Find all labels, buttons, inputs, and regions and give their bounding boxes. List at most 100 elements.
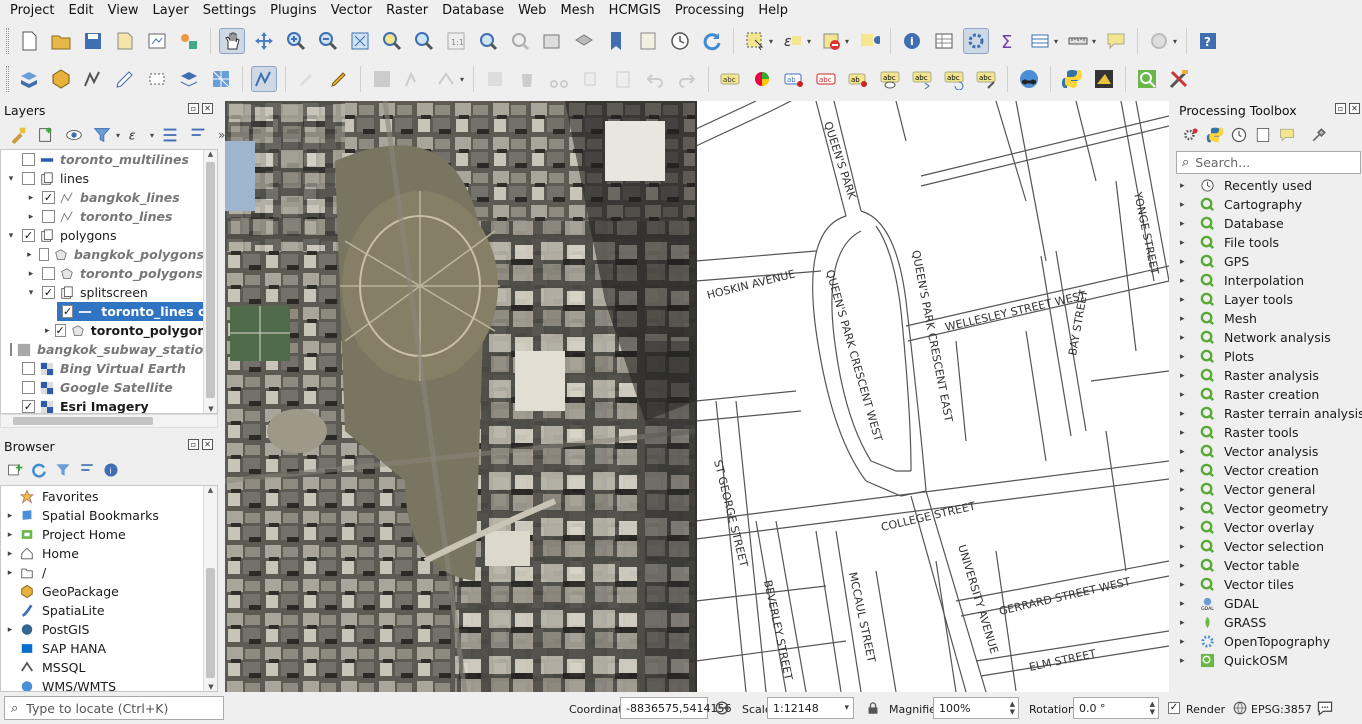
diagram-options-icon[interactable] <box>749 66 775 92</box>
expand-all-icon[interactable] <box>160 125 180 145</box>
toolbox-search-field[interactable]: ⌕ Search... <box>1176 151 1361 174</box>
browser-item[interactable]: MSSQL <box>1 658 85 677</box>
change-label-icon[interactable]: abc <box>973 66 999 92</box>
open-project-icon[interactable] <box>48 28 74 54</box>
geopackage-layer-icon[interactable] <box>48 66 74 92</box>
layer-visibility-checkbox[interactable] <box>10 343 12 356</box>
menu-project[interactable]: Project <box>3 0 61 22</box>
lock-scale-icon[interactable] <box>866 700 880 716</box>
add-feature-icon[interactable] <box>401 66 427 92</box>
expand-toggle-icon[interactable]: ▸ <box>25 250 34 260</box>
layer-row[interactable]: ▸ toronto_polygons <box>1 264 204 283</box>
menu-settings[interactable]: Settings <box>196 0 263 22</box>
expand-toggle-icon[interactable]: ▸ <box>1180 333 1194 343</box>
coordinate-field[interactable]: -8836575,5414156 <box>620 697 731 719</box>
expand-toggle-icon[interactable]: ▸ <box>25 193 37 203</box>
settings-disabled-icon[interactable] <box>1146 28 1172 54</box>
quickosm-icon[interactable] <box>1134 66 1160 92</box>
toggle-display-labels-icon[interactable]: abc <box>813 66 839 92</box>
expand-toggle-icon[interactable]: ▸ <box>1180 371 1194 381</box>
expand-toggle-icon[interactable]: ▸ <box>25 212 37 222</box>
rotate-label-icon[interactable]: abc <box>941 66 967 92</box>
expand-toggle-icon[interactable]: ▸ <box>4 511 16 521</box>
browser-item[interactable]: ▸ Home <box>1 544 79 563</box>
close-panel-icon[interactable]: ✕ <box>202 103 213 114</box>
python-console-icon[interactable] <box>1059 66 1085 92</box>
select-by-expression-icon[interactable]: ε <box>780 28 806 54</box>
render-checkbox[interactable]: ✓ <box>1168 702 1180 714</box>
layer-visibility-checkbox[interactable] <box>22 381 35 394</box>
new-project-icon[interactable] <box>16 28 42 54</box>
expand-toggle-icon[interactable]: ▸ <box>1180 504 1194 514</box>
layer-row[interactable]: bangkok_subway_stations <box>1 340 217 359</box>
attribute-table-menu-icon[interactable] <box>1027 28 1053 54</box>
locator-search-input[interactable]: ⌕ Type to locate (Ctrl+K) <box>4 696 224 720</box>
refresh-icon[interactable] <box>699 28 725 54</box>
map-tips-icon[interactable] <box>1103 28 1129 54</box>
float-panel-icon[interactable]: ▫ <box>188 439 199 450</box>
help-contents-icon[interactable]: ? <box>1195 28 1221 54</box>
layers-scrollbar[interactable]: ▲ ▼ <box>203 150 217 413</box>
layer-styling-icon[interactable] <box>8 125 28 145</box>
qgis-plugin-icon[interactable] <box>1091 66 1117 92</box>
in-place-edit-icon[interactable] <box>1278 126 1296 144</box>
toggle-extents-icon[interactable] <box>714 700 730 716</box>
toolbox-provider-item[interactable]: ▸ Raster terrain analysis <box>1178 404 1362 423</box>
scripts-icon[interactable] <box>1206 126 1224 144</box>
properties-icon[interactable]: i <box>102 461 120 479</box>
toolbox-provider-item[interactable]: ▸ Plots <box>1178 347 1254 366</box>
toolbox-provider-item[interactable]: ▸ GPS <box>1178 252 1249 271</box>
browser-scrollbar[interactable]: ▲ ▼ <box>203 486 217 691</box>
filter-by-expression-icon[interactable]: ε <box>126 125 146 145</box>
toolbar-grip[interactable] <box>6 66 9 92</box>
expand-toggle-icon[interactable]: ▸ <box>4 625 16 635</box>
layer-row[interactable]: ▾ ✓ polygons <box>1 226 204 245</box>
split-divider[interactable] <box>695 101 697 692</box>
toolbox-provider-item[interactable]: ▸ Raster creation <box>1178 385 1319 404</box>
expand-toggle-icon[interactable]: ▸ <box>1180 295 1194 305</box>
layers-hscrollbar[interactable] <box>0 414 218 428</box>
expand-toggle-icon[interactable]: ▸ <box>1180 580 1194 590</box>
digitize-icon[interactable] <box>112 66 138 92</box>
crs-label[interactable]: EPSG:3857 <box>1251 703 1312 716</box>
select-features-icon[interactable] <box>742 28 768 54</box>
results-viewer-icon[interactable] <box>1254 126 1272 144</box>
new-3d-view-icon[interactable] <box>571 28 597 54</box>
expand-toggle-icon[interactable]: ▸ <box>1180 637 1194 647</box>
pan-map-icon[interactable] <box>219 28 245 54</box>
rotation-field[interactable]: 0.0 ° ▲ ▼ <box>1073 697 1159 719</box>
layer-visibility-checkbox[interactable]: ✓ <box>22 229 35 242</box>
map-canvas[interactable]: QUEEN'S PARK YONGE STREET HOSKIN AVENUE … <box>225 101 1169 692</box>
menu-plugins[interactable]: Plugins <box>263 0 324 22</box>
layer-visibility-checkbox[interactable]: ✓ <box>62 305 74 318</box>
crs-globe-icon[interactable] <box>1232 700 1248 716</box>
rotation-spin-icon[interactable]: ▲ ▼ <box>1150 700 1155 716</box>
show-bookmarks-icon[interactable] <box>635 28 661 54</box>
layer-row[interactable]: ▾ ✓ splitscreen <box>1 283 204 302</box>
menu-mesh[interactable]: Mesh <box>553 0 601 22</box>
expand-toggle-icon[interactable]: ▸ <box>1180 542 1194 552</box>
digitizing-tools-icon[interactable] <box>251 66 277 92</box>
open-attribute-table-icon[interactable] <box>931 28 957 54</box>
toolbox-provider-item[interactable]: ▸ GRASS <box>1178 613 1266 632</box>
menu-web[interactable]: Web <box>511 0 553 22</box>
layer-row[interactable]: ✓ Esri Imagery <box>1 397 204 413</box>
close-panel-icon[interactable]: ✕ <box>202 439 213 450</box>
toolbox-provider-item[interactable]: ▸ Recently used <box>1178 176 1312 195</box>
layer-visibility-checkbox[interactable] <box>22 172 35 185</box>
scale-field[interactable]: 1:12148 ▾ <box>767 697 854 719</box>
zoom-out-icon[interactable] <box>315 28 341 54</box>
layer-visibility-checkbox[interactable]: ✓ <box>22 400 35 413</box>
browser-item[interactable]: GeoPackage <box>1 582 119 601</box>
menu-processing[interactable]: Processing <box>668 0 751 22</box>
toolbox-provider-item[interactable]: ▸ Cartography <box>1178 195 1302 214</box>
expand-toggle-icon[interactable]: ▾ <box>5 231 17 241</box>
temporal-controller-icon[interactable] <box>667 28 693 54</box>
cut-features-icon[interactable] <box>546 66 572 92</box>
undo-icon[interactable] <box>642 66 668 92</box>
move-label-icon[interactable]: abc <box>909 66 935 92</box>
messages-icon[interactable] <box>1316 699 1334 717</box>
toolbox-provider-item[interactable]: ▸ Raster analysis <box>1178 366 1319 385</box>
expand-toggle-icon[interactable]: ▾ <box>25 288 37 298</box>
browser-item[interactable]: ▸ Spatial Bookmarks <box>1 506 159 525</box>
